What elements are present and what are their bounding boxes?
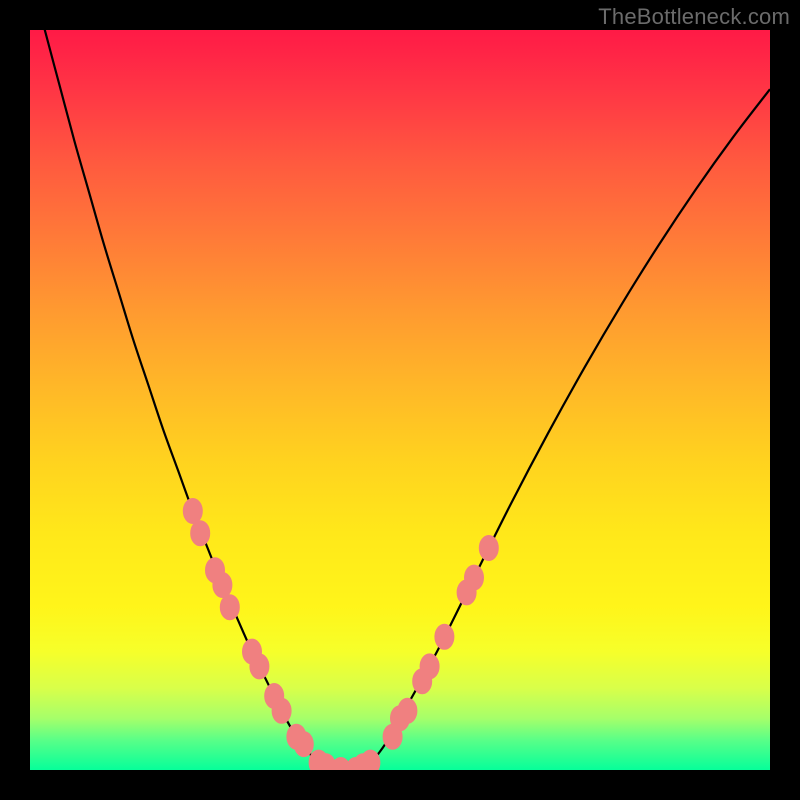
watermark-text: TheBottleneck.com [598, 4, 790, 30]
curve-marker [213, 573, 232, 598]
curve-marker [191, 521, 210, 546]
curve-markers [183, 499, 498, 771]
curve-marker [250, 654, 269, 679]
curve-marker [435, 624, 454, 649]
curve-marker [272, 698, 291, 723]
curve-marker [398, 698, 417, 723]
curve-marker [183, 499, 202, 524]
outer-frame: TheBottleneck.com [0, 0, 800, 800]
chart-svg [30, 30, 770, 770]
curve-marker [465, 565, 484, 590]
curve-marker [361, 750, 380, 770]
plot-area [30, 30, 770, 770]
curve-marker [294, 732, 313, 757]
curve-marker [220, 595, 239, 620]
bottleneck-curve [30, 30, 770, 770]
curve-marker [479, 536, 498, 561]
curve-marker [420, 654, 439, 679]
